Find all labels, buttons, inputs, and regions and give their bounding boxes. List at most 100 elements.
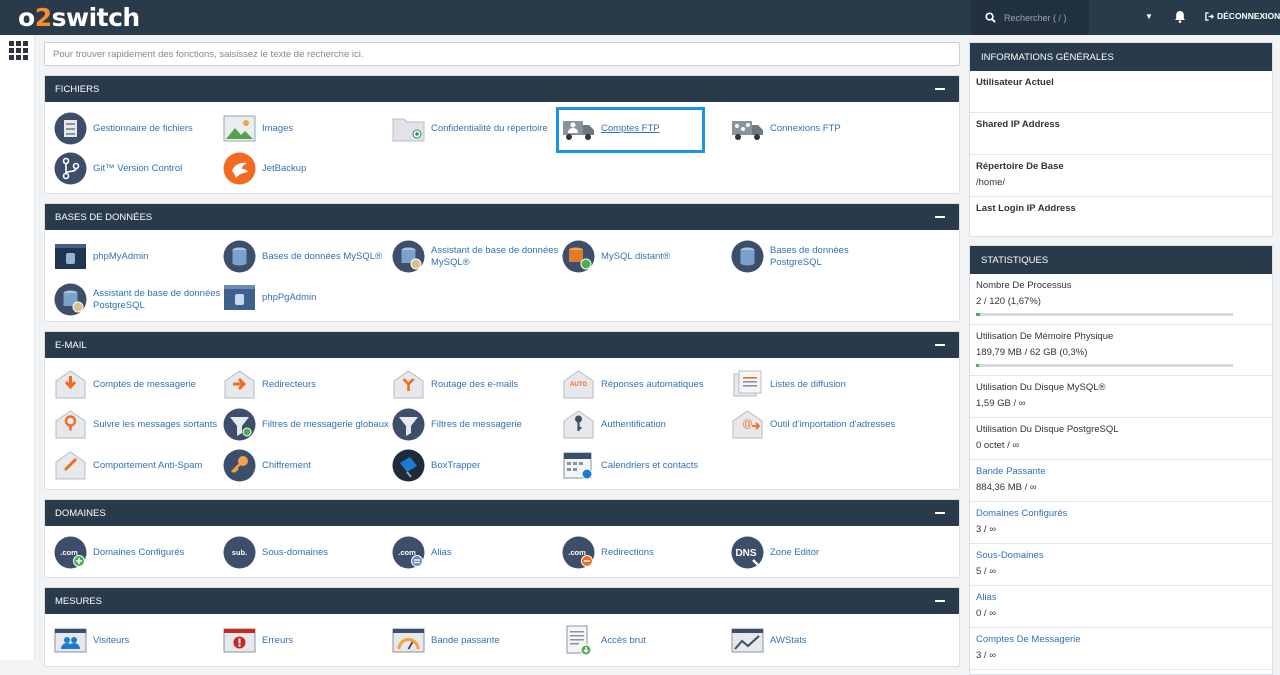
logout-label: DÉCONNEXION [1217,11,1280,21]
calendar-icon [563,452,593,480]
item-aliases[interactable]: .com Alias [392,536,452,569]
item-label: Chiffrement [262,459,311,471]
panel-header-databases[interactable]: BASES DE DONNÉES [45,204,959,230]
item-zone-editor[interactable]: DNS Zone Editor [731,536,819,569]
collapse-icon[interactable] [935,88,945,90]
panel-header-email[interactable]: E-MAIL [45,332,959,358]
bell-icon[interactable] [1172,9,1188,25]
stat-label: Utilisation De Mémoire Physique [976,331,1114,342]
item-mysql-wizard[interactable]: Assistant de base de données MySQL® [392,240,563,273]
item-postgresql-wizard[interactable]: Assistant de base de données PostgreSQL [54,283,225,316]
git-icon [54,152,87,185]
item-label: Filtres de messagerie [431,418,522,430]
item-label: Confidentialité du répertoire [431,122,548,134]
item-domains[interactable]: .com Domaines Configurés [54,536,184,569]
item-boxtrapper[interactable]: BoxTrapper [392,449,480,482]
item-autoresponders[interactable]: AUTO Réponses automatiques [562,368,703,401]
item-label: Alias [431,546,452,558]
usage-bar-fill [976,313,981,316]
item-email-routing[interactable]: Routage des e-mails [392,368,518,401]
item-directory-privacy[interactable]: Confidentialité du répertoire [392,112,548,145]
feature-search-input[interactable]: Pour trouver rapidement des fonctions, s… [44,42,960,66]
item-phpmyadmin[interactable]: phpMyAdmin [54,240,148,273]
highlight-box [556,107,705,153]
panel-header-metrics[interactable]: MESURES [45,588,959,614]
item-email-accounts[interactable]: Comptes de messagerie [54,368,196,401]
domain-add-icon: .com [54,536,87,569]
info-value: /home/ [976,177,1006,188]
stat-email-accounts[interactable]: Comptes De Messagerie 3 / ∞ [970,628,1272,670]
statistics-panel: STATISTIQUES Nombre De Processus 2 / 120 … [969,245,1273,675]
stat-link[interactable]: Domaines Configurés [976,508,1266,519]
error-icon [223,628,256,653]
item-label: Sous-domaines [262,546,329,558]
stat-link[interactable]: Comptes De Messagerie [976,634,1266,645]
info-row-last-login: Last Login IP Address [970,197,1272,237]
stat-value: 1,59 GB / ∞ [976,398,1026,409]
item-spam-filters[interactable]: Comportement Anti-Spam [54,449,202,482]
item-encryption[interactable]: Chiffrement [223,449,311,482]
item-images[interactable]: Images [223,112,293,145]
stat-link[interactable]: Bande Passante [976,466,1266,477]
item-postgresql-databases[interactable]: Bases de données PostgreSQL [731,240,902,273]
item-authentication[interactable]: Authentification [562,408,666,441]
item-errors[interactable]: Erreurs [223,624,293,657]
item-remote-mysql[interactable]: MySQL distant® [562,240,670,273]
panel-title: DOMAINES [55,507,106,519]
collapse-icon[interactable] [935,344,945,346]
forwarder-icon [224,370,255,399]
stat-aliases[interactable]: Alias 0 / ∞ [970,586,1272,628]
routing-icon [393,370,424,399]
item-git[interactable]: Git™ Version Control [54,152,182,185]
item-label: JetBackup [262,162,307,174]
apps-grid-icon[interactable] [9,41,28,60]
item-address-importer[interactable]: @ Outil d’importation d’adresses [731,408,895,441]
item-global-filters[interactable]: Filtres de messagerie globaux [223,408,389,441]
item-file-manager[interactable]: Gestionnaire de fichiers [54,112,193,145]
item-awstats[interactable]: AWStats [731,624,807,657]
logout-button[interactable]: DÉCONNEXION [1205,11,1280,21]
item-jetbackup[interactable]: JetBackup [223,152,306,185]
top-bar: o2switch Rechercher ( / ) ▼ DÉCONNEXION [0,0,1280,35]
item-label: Authentification [601,418,666,430]
top-search[interactable]: Rechercher ( / ) [971,0,1089,35]
stat-link[interactable]: Sous-Domaines [976,550,1266,561]
database-wizard-icon [392,240,425,273]
collapse-icon[interactable] [935,600,945,602]
item-ftp-connections[interactable]: Connexions FTP [731,112,841,145]
item-bandwidth[interactable]: Bande passante [392,624,500,657]
item-label: Domaines Configurés [93,546,185,558]
filter-icon [392,408,425,441]
collapse-icon[interactable] [935,512,945,514]
brand-logo[interactable]: o2switch [18,4,140,32]
stat-subdomains[interactable]: Sous-Domaines 5 / ∞ [970,544,1272,586]
item-mailing-lists[interactable]: Listes de diffusion [731,368,846,401]
item-subdomains[interactable]: sub. Sous-domaines [223,536,328,569]
item-redirects[interactable]: .com Redirections [562,536,654,569]
item-mysql-databases[interactable]: Bases de données MySQL® [223,240,382,273]
item-calendars-contacts[interactable]: Calendriers et contacts [562,449,698,482]
item-label: Bases de données PostgreSQL [770,244,849,268]
item-label: MySQL distant® [601,250,670,262]
stat-domains[interactable]: Domaines Configurés 3 / ∞ [970,502,1272,544]
stat-link[interactable]: Alias [976,592,1266,603]
phpmyadmin-icon [55,244,86,269]
item-track-delivery[interactable]: Suivre les messages sortants [54,408,217,441]
item-phppgadmin[interactable]: phpPgAdmin [223,281,316,314]
stat-label: Utilisation Du Disque PostgreSQL [976,424,1119,435]
item-visitors[interactable]: Visiteurs [54,624,129,657]
panel-header-domains[interactable]: DOMAINES [45,500,959,526]
item-forwarders[interactable]: Redirecteurs [223,368,316,401]
item-label: Outil d’importation d’adresses [770,418,896,430]
collapse-icon[interactable] [935,216,945,218]
panel-title: FICHIERS [55,83,100,95]
item-raw-access[interactable]: Accès brut [562,624,646,657]
panel-header-fichiers[interactable]: FICHIERS [45,76,959,102]
panel-metrics: MESURES [44,587,960,667]
redirect-icon: .com [562,536,595,569]
chevron-down-icon[interactable]: ▼ [1145,12,1153,21]
stat-bandwidth[interactable]: Bande Passante 884,36 MB / ∞ [970,460,1272,502]
item-label: Redirections [601,546,654,558]
item-label: Réponses automatiques [601,378,704,390]
item-email-filters[interactable]: Filtres de messagerie [392,408,522,441]
